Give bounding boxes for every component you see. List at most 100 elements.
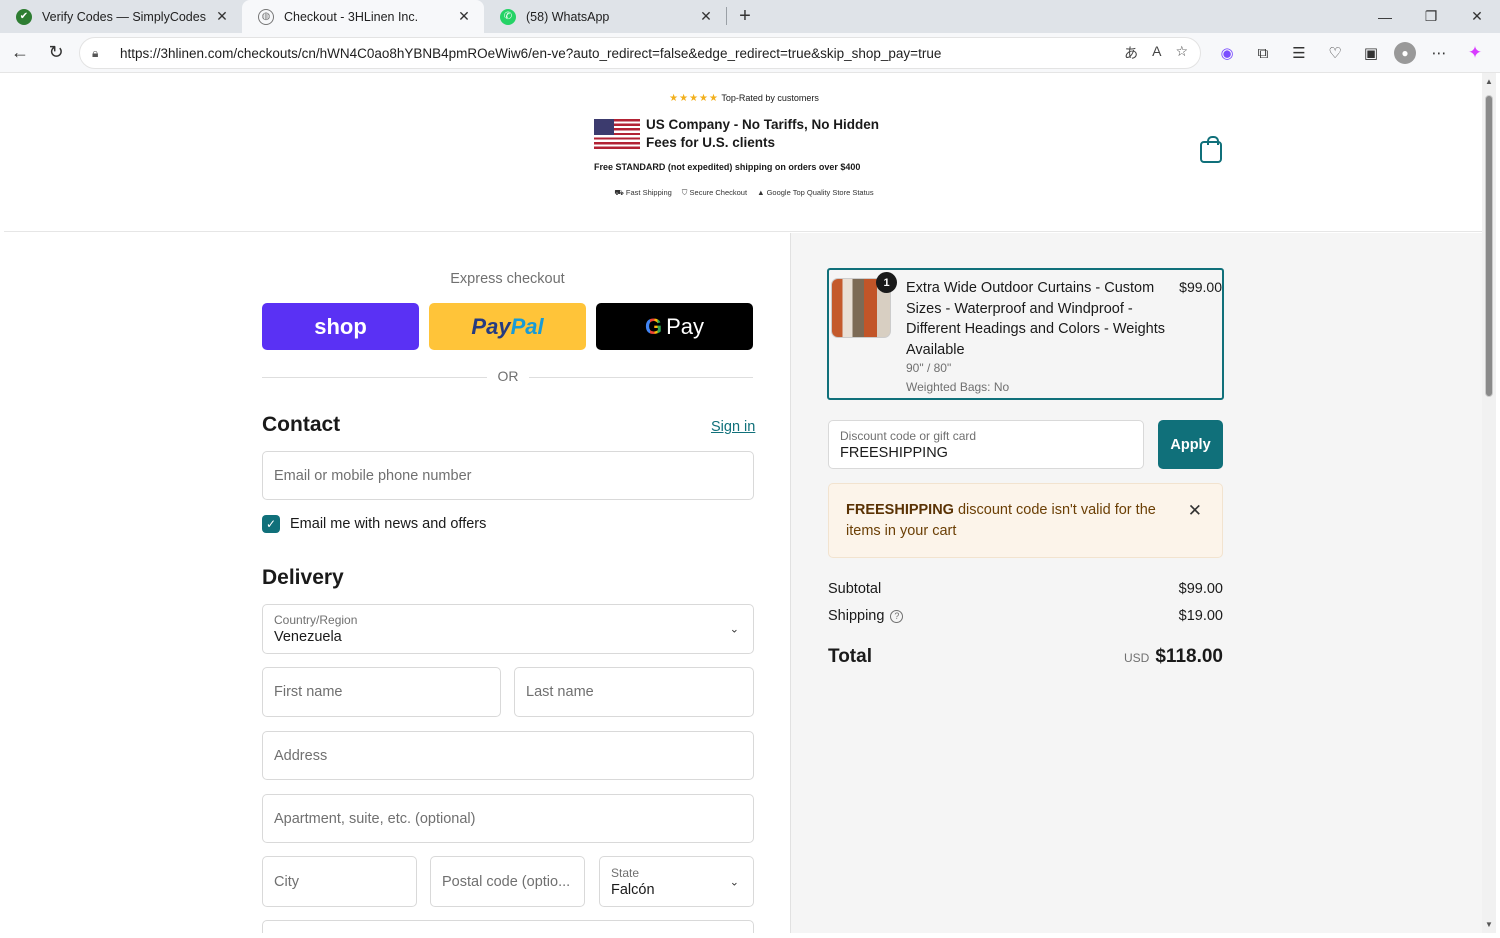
refresh-icon[interactable]: ↻ [38, 35, 74, 71]
checkout-form: Express checkout shop Pay Pal G Pay OR Con… [4, 233, 791, 933]
fast-shipping-badge: ⛟ Fast Shipping [614, 188, 672, 197]
tab-title: Checkout - 3HLinen Inc. [284, 9, 419, 24]
city-field[interactable]: City [262, 856, 417, 907]
news-checkbox-label: Email me with news and offers [290, 516, 487, 532]
product-size: 90" / 80" [906, 361, 952, 375]
close-icon[interactable]: ✕ [698, 8, 714, 25]
tab-whatsapp[interactable]: ✆ (58) WhatsApp ✕ [484, 0, 726, 33]
tab-simplycodes[interactable]: ✔ Verify Codes — SimplyCodes ✕ [0, 0, 242, 33]
paypal-button[interactable]: Pay Pal [429, 303, 586, 350]
collections-icon[interactable]: ▣ [1358, 40, 1384, 66]
favorites-icon[interactable]: ☰ [1286, 40, 1312, 66]
restore-icon[interactable]: ❐ [1408, 0, 1454, 33]
total-row: Total USD $118.00 [828, 646, 1223, 668]
close-icon[interactable]: ✕ [1188, 500, 1202, 521]
help-icon[interactable]: ? [890, 610, 904, 623]
google-g-icon: G [644, 313, 663, 339]
tab-title: (58) WhatsApp [526, 9, 610, 24]
close-window-icon[interactable]: ✕ [1454, 0, 1500, 33]
discount-label: Discount code or gift card [840, 428, 977, 443]
lock-icon[interactable]: 🔒︎ [92, 46, 110, 61]
badge-label: Secure Checkout [689, 188, 748, 197]
minimize-icon[interactable]: — [1362, 0, 1408, 33]
last-name-field[interactable]: Last name [514, 667, 754, 717]
state-select[interactable]: State Falcón ⌄ [599, 856, 754, 907]
apartment-field[interactable]: Apartment, suite, etc. (optional) [262, 794, 754, 843]
product-name: Extra Wide Outdoor Curtains - Custom Siz… [906, 280, 1165, 358]
address-bar[interactable]: 🔒︎ https://3hlinen.com/checkouts/cn/hWN4… [79, 37, 1201, 69]
subtotal-row: Subtotal $99.00 [828, 581, 1223, 597]
discount-code-field[interactable]: Discount code or gift card FREESHIPPING [828, 420, 1144, 469]
translate-icon[interactable]: あ [1124, 43, 1138, 63]
back-icon[interactable]: ← [2, 35, 38, 71]
tab-title: Verify Codes — SimplyCodes [42, 9, 206, 24]
more-icon[interactable]: ⋯ [1426, 40, 1452, 66]
trust-badges: ⛟ Fast Shipping ⛉ Secure Checkout ▲ Goog… [594, 188, 894, 198]
shop-pay-button[interactable]: shop [262, 303, 419, 350]
order-summary: 1 Extra Wide Outdoor Curtains - Custom S… [791, 233, 1482, 933]
close-icon[interactable]: ✕ [214, 8, 230, 25]
simplycodes-icon: ✔ [16, 8, 32, 25]
tab-checkout[interactable]: ◍ Checkout - 3HLinen Inc. ✕ [242, 0, 484, 33]
currency-code: USD [1124, 651, 1150, 665]
discount-value: FREESHIPPING [840, 444, 948, 461]
phone-field[interactable] [262, 920, 754, 933]
whatsapp-icon: ✆ [500, 8, 516, 25]
copilot-icon[interactable]: ✦ [1462, 40, 1488, 66]
rating-stars: ★★★★★ [669, 93, 719, 104]
read-aloud-icon[interactable]: A [1152, 43, 1161, 63]
us-company-row: US Company - No Tariffs, No Hidden Fees … [594, 116, 894, 152]
shop-pay-label: shop [314, 313, 367, 339]
country-label: Country/Region [274, 613, 358, 627]
contact-heading: Contact [262, 413, 341, 436]
badge-label: Fast Shipping [625, 188, 672, 197]
new-tab-button[interactable]: + [727, 0, 763, 33]
scroll-up-icon[interactable]: ▲ [1485, 77, 1493, 86]
news-checkbox[interactable]: ✓ [262, 515, 280, 533]
postal-code-field[interactable]: Postal code (optio... [430, 856, 585, 907]
paypal-label-pal: Pal [510, 313, 544, 339]
cart-line-item: 1 Extra Wide Outdoor Curtains - Custom S… [827, 268, 1224, 400]
rating: ★★★★★ Top-Rated by customers [594, 93, 894, 104]
chevron-down-icon: ⌄ [729, 876, 739, 888]
state-value: Falcón [611, 881, 655, 898]
shipping-label: Shipping [828, 608, 885, 624]
page-scrollbar[interactable]: ▲ ▼ [1482, 73, 1496, 933]
us-company-text: US Company - No Tariffs, No Hidden Fees … [646, 117, 880, 150]
country-value: Venezuela [274, 629, 342, 645]
first-name-field[interactable]: First name [262, 667, 501, 717]
url-text[interactable]: https://3hlinen.com/checkouts/cn/hWN4C0a… [120, 46, 1124, 61]
health-icon[interactable]: ♡ [1322, 40, 1348, 66]
favorite-star-icon[interactable]: ☆ [1175, 43, 1188, 63]
promo-banner: ★★★★★ Top-Rated by customers US Company … [594, 93, 894, 198]
sign-in-link[interactable]: Sign in [711, 419, 755, 435]
or-text: OR [487, 368, 529, 384]
address-field[interactable]: Address [262, 731, 754, 780]
apply-discount-button[interactable]: Apply [1158, 420, 1223, 469]
alert-code: FREESHIPPING [846, 502, 954, 518]
extensions-icon[interactable]: ⧉ [1250, 40, 1276, 66]
scrollbar-thumb[interactable] [1485, 95, 1493, 397]
subtotal-label: Subtotal [828, 581, 882, 597]
total-label: Total [828, 646, 872, 667]
google-pay-button[interactable]: G Pay [596, 303, 753, 350]
scroll-down-icon[interactable]: ▼ [1485, 920, 1493, 929]
delivery-heading: Delivery [262, 566, 344, 589]
country-select[interactable]: Country/Region Venezuela ⌄ [262, 604, 754, 654]
subtotal-value: $99.00 [1178, 581, 1223, 597]
chevron-down-icon: ⌄ [729, 623, 739, 636]
close-icon[interactable]: ✕ [456, 8, 472, 25]
email-field[interactable]: Email or mobile phone number [262, 451, 754, 500]
total-value: $118.00 [1155, 646, 1223, 667]
checkout-page: ★★★★★ Top-Rated by customers US Company … [4, 73, 1482, 933]
copilot-extension-icon[interactable]: ◉ [1214, 40, 1240, 66]
gpay-label: Pay [666, 313, 705, 339]
profile-avatar[interactable]: ● [1394, 42, 1416, 64]
browser-toolbar: ← ↻ 🔒︎ https://3hlinen.com/checkouts/cn/… [0, 33, 1500, 73]
us-flag-icon [594, 119, 640, 149]
cart-bag-icon[interactable] [1200, 136, 1222, 163]
badge-label: Google Top Quality Store Status [766, 188, 874, 197]
google-quality-badge: ▲ Google Top Quality Store Status [757, 188, 874, 197]
free-shipping-text: Free STANDARD (not expedited) shipping o… [594, 162, 861, 172]
product-weighted-bags: Weighted Bags: No [906, 380, 1010, 394]
